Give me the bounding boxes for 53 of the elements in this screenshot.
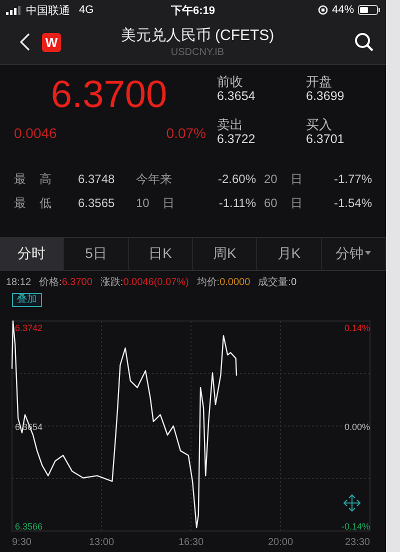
field-label: 卖出 [217, 118, 244, 132]
field-value: 6.3701 [306, 132, 346, 146]
last-price: 6.3700 [50, 75, 168, 115]
info-item: 成交量:0 [258, 276, 297, 289]
page-title: 美元兑人民币 (CFETS) [120, 26, 274, 45]
battery-percent: 44% [332, 4, 354, 16]
percent-axis-label: -0.14% [341, 521, 370, 532]
field-value: 6.3722 [217, 132, 256, 146]
stat-label: 20 日 [264, 170, 304, 188]
stat-label: 最 高 [14, 170, 52, 188]
info-time: 18:12 [6, 276, 32, 288]
stat-label: 10 日 [136, 194, 176, 212]
status-time: 下午6:19 [170, 4, 216, 18]
percent-axis-label: 0.14% [344, 322, 370, 333]
stat-label: 最 低 [14, 194, 52, 212]
time-axis-label: 16:30 [178, 537, 204, 548]
stat-label: 60 日 [264, 194, 304, 212]
overlay-button[interactable]: 叠加 [12, 293, 42, 307]
signal-icon [6, 6, 22, 14]
time-axis-label: 23:30 [344, 537, 370, 548]
info-item: 价格:6.3700 [39, 276, 92, 289]
move-arrows-icon[interactable] [343, 494, 361, 512]
stat-value: -1.11% [218, 196, 256, 210]
price-axis-label: 6.3566 [15, 521, 43, 532]
field-value: 6.3654 [217, 89, 256, 103]
percent-axis-label: 0.00% [344, 422, 370, 432]
field-label: 前收 [217, 75, 244, 89]
stat-value: -1.77% [332, 172, 372, 186]
info-item: 均价:0.0000 [196, 276, 250, 289]
network-type: 4G [79, 4, 94, 16]
field-value: 6.3699 [306, 89, 346, 103]
search-icon[interactable] [354, 32, 374, 52]
stat-value: 6.3565 [78, 196, 116, 210]
price-change: 0.0046 [14, 125, 57, 141]
stat-value: 6.3748 [78, 172, 116, 186]
info-item: 涨跌:0.0046(0.07%) [100, 276, 189, 289]
stat-value: -1.54% [332, 196, 372, 210]
time-axis-label: 9:30 [12, 537, 32, 548]
back-icon[interactable] [20, 33, 30, 51]
battery-icon [358, 5, 380, 15]
carrier-name: 中国联通 [26, 4, 70, 18]
symbol-code: USDCNY.IB [170, 47, 224, 58]
field-label: 买入 [306, 118, 333, 132]
app-logo[interactable]: W [42, 32, 61, 52]
price-axis-label: 6.3742 [15, 322, 43, 333]
rotation-lock-icon [318, 5, 328, 15]
change-percent: 0.07% [166, 125, 206, 141]
field-label: 开盘 [306, 75, 333, 89]
stat-value: -2.60% [216, 172, 256, 186]
time-axis-label: 13:00 [88, 537, 114, 548]
time-axis-label: 20:00 [268, 537, 294, 548]
chart-tab[interactable]: 分时 [0, 238, 64, 270]
stat-label: 今年来 [136, 170, 173, 188]
